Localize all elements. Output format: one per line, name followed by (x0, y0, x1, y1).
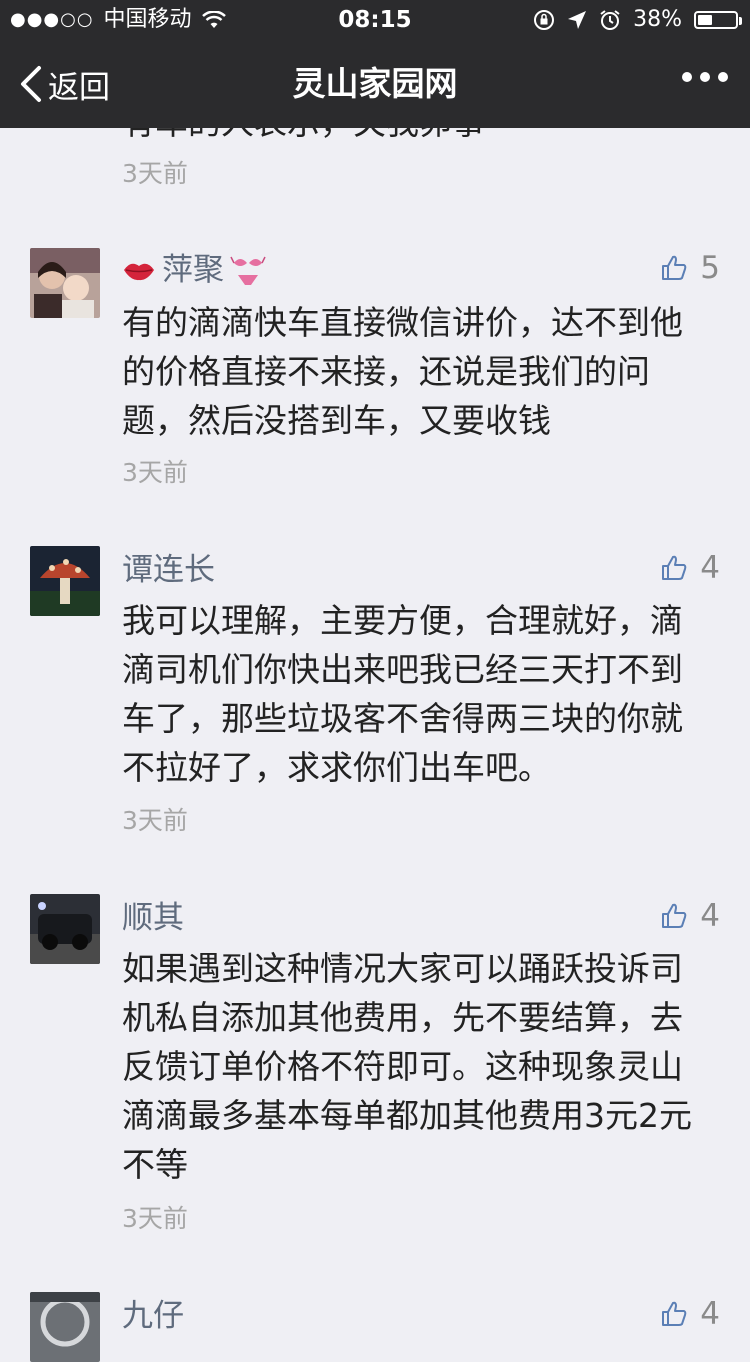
comment-time: 3天前 (122, 806, 188, 835)
more-dot-icon (718, 72, 728, 82)
back-label: 返回 (48, 69, 110, 106)
comment-author[interactable]: 谭连长 (122, 550, 215, 590)
comment-time: 3天前 (122, 159, 188, 188)
alarm-icon (600, 10, 620, 30)
like-count: 4 (700, 898, 720, 934)
like-count: 5 (700, 250, 720, 286)
author-name: 顺其 (122, 900, 184, 936)
avatar[interactable] (30, 1292, 100, 1362)
comment-text: 如果遇到这种情况大家可以踊跃投诉司机私自添加其他费用，先不要结算，去反馈订单价格… (122, 949, 692, 1184)
page-title: 灵山家园网 (292, 64, 458, 103)
comment-time: 3天前 (122, 1204, 188, 1233)
battery-percent: 38% (633, 7, 682, 32)
status-bar: ●●●○○ 中国移动 08:15 38% (0, 0, 750, 40)
comment-time: 3天前 (122, 458, 188, 487)
thumbs-up-icon (662, 255, 687, 280)
like-button[interactable]: 5 (660, 250, 720, 286)
author-name: 谭连长 (122, 552, 215, 588)
thumbs-up-icon (662, 1301, 687, 1326)
like-button[interactable]: 4 (660, 1296, 720, 1332)
like-button[interactable]: 4 (660, 898, 720, 934)
back-button[interactable]: 返回 (18, 40, 110, 128)
location-icon (568, 11, 587, 29)
author-name: 九仔 (122, 1298, 184, 1334)
nav-bar: 返回 灵山家园网 (0, 40, 750, 128)
comment-text: 有的滴滴快车直接微信讲价，达不到他的价格直接不来接，还说是我们的问题，然后没搭到… (122, 303, 683, 440)
avatar[interactable] (30, 546, 100, 616)
author-name: 萍聚 (162, 252, 224, 288)
comment-text: 我可以理解，主要方便，合理就好，滴滴司机们你快出来吧我已经三天打不到车了，那些垃… (122, 601, 683, 787)
bikini-icon (230, 256, 266, 285)
more-dot-icon (682, 72, 692, 82)
more-dot-icon (700, 72, 710, 82)
thumbs-up-icon (662, 555, 687, 580)
like-button[interactable]: 4 (660, 550, 720, 586)
thumbs-up-icon (662, 903, 687, 928)
more-options-button[interactable] (682, 72, 728, 82)
comment-author[interactable]: 九仔 (122, 1296, 184, 1336)
like-count: 4 (700, 550, 720, 586)
battery-icon (694, 11, 742, 29)
chevron-left-icon (21, 66, 41, 102)
like-count: 4 (700, 1296, 720, 1332)
avatar[interactable] (30, 894, 100, 964)
top-bar: ●●●○○ 中国移动 08:15 38% 返回 灵山家园网 (0, 0, 750, 128)
comment-author[interactable]: 萍聚 (122, 250, 266, 290)
rotation-lock-icon (534, 10, 555, 30)
lips-icon (124, 263, 154, 281)
avatar[interactable] (30, 248, 100, 318)
comment-author[interactable]: 顺其 (122, 898, 184, 938)
